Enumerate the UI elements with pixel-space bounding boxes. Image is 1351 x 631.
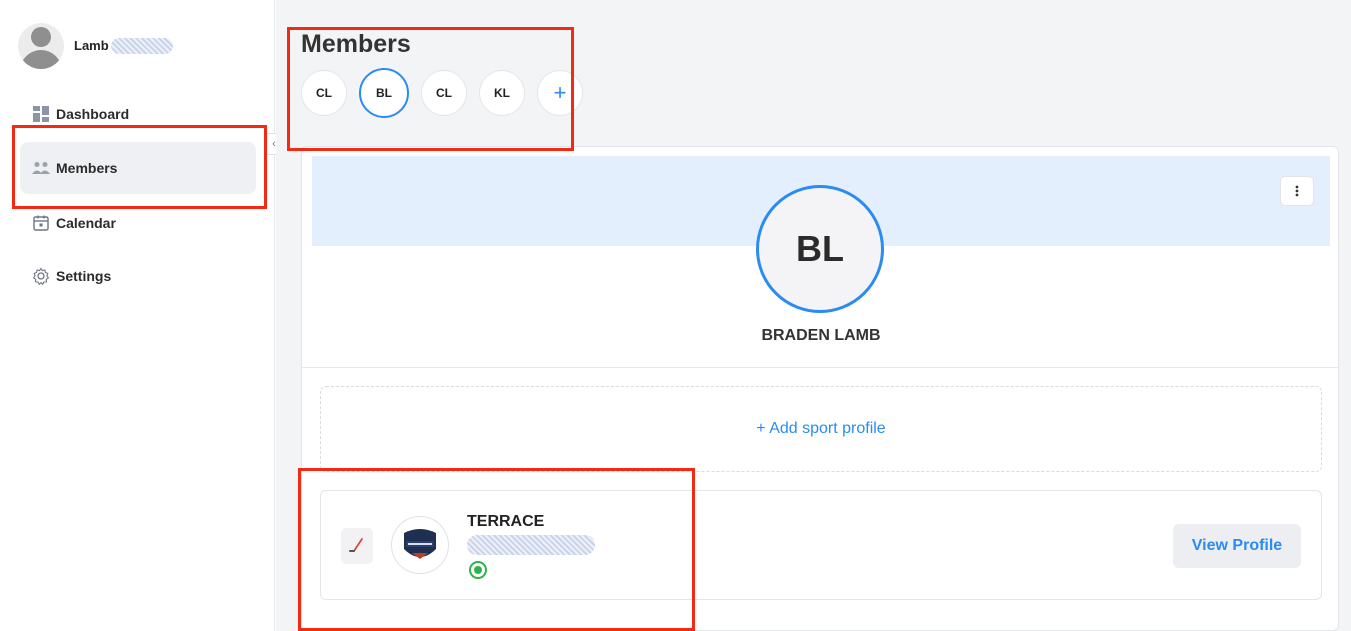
calendar-icon <box>32 214 50 232</box>
sidebar-item-calendar[interactable]: Calendar <box>20 197 256 249</box>
user-profile[interactable]: Lamb <box>18 22 173 70</box>
team-profile-row: TERRACE View Profile <box>320 490 1322 600</box>
user-avatar-icon <box>18 23 64 69</box>
members-icon <box>32 159 50 177</box>
kebab-menu-icon <box>1295 185 1299 197</box>
sidebar-item-label: Settings <box>56 268 112 284</box>
user-name: Lamb <box>74 38 173 55</box>
member-chip[interactable]: KL <box>479 70 525 116</box>
page-title: Members <box>301 30 411 58</box>
hockey-stick-icon <box>341 528 373 564</box>
member-chip[interactable]: CL <box>301 70 347 116</box>
team-name: TERRACE <box>467 513 545 530</box>
member-avatar: BL <box>756 185 884 313</box>
view-profile-button[interactable]: View Profile <box>1173 524 1301 568</box>
add-sport-profile-button[interactable]: + Add sport profile <box>320 386 1322 472</box>
main-content: Members CL BL CL KL + BL BRADEN LAMB + A… <box>276 0 1351 631</box>
settings-icon <box>32 267 50 285</box>
add-member-button[interactable]: + <box>537 70 583 116</box>
sidebar-item-label: Dashboard <box>56 106 130 122</box>
app-root: Lamb Dashboard Members Calendar Settings… <box>0 0 1351 631</box>
member-chip[interactable]: CL <box>421 70 467 116</box>
member-chip-selected[interactable]: BL <box>359 68 409 118</box>
redacted-team-detail <box>467 535 595 555</box>
team-logo-icon <box>391 516 449 574</box>
divider <box>302 367 1338 368</box>
sidebar: Lamb Dashboard Members Calendar Settings <box>0 0 275 631</box>
member-profile-card: BL BRADEN LAMB + Add sport profile TERRA… <box>301 146 1339 631</box>
member-chip-list: CL BL CL KL + <box>301 68 595 118</box>
sidebar-item-dashboard[interactable]: Dashboard <box>20 88 256 140</box>
sidebar-item-label: Calendar <box>56 215 116 231</box>
user-name-text: Lamb <box>74 37 109 53</box>
member-full-name: BRADEN LAMB <box>761 327 881 344</box>
sidebar-item-settings[interactable]: Settings <box>20 250 256 302</box>
redacted-surname <box>110 38 173 55</box>
dashboard-icon <box>32 105 50 123</box>
sidebar-item-members[interactable]: Members <box>20 142 256 194</box>
active-status-icon <box>469 561 487 579</box>
sidebar-item-label: Members <box>56 160 118 176</box>
more-options-button[interactable] <box>1280 176 1314 206</box>
